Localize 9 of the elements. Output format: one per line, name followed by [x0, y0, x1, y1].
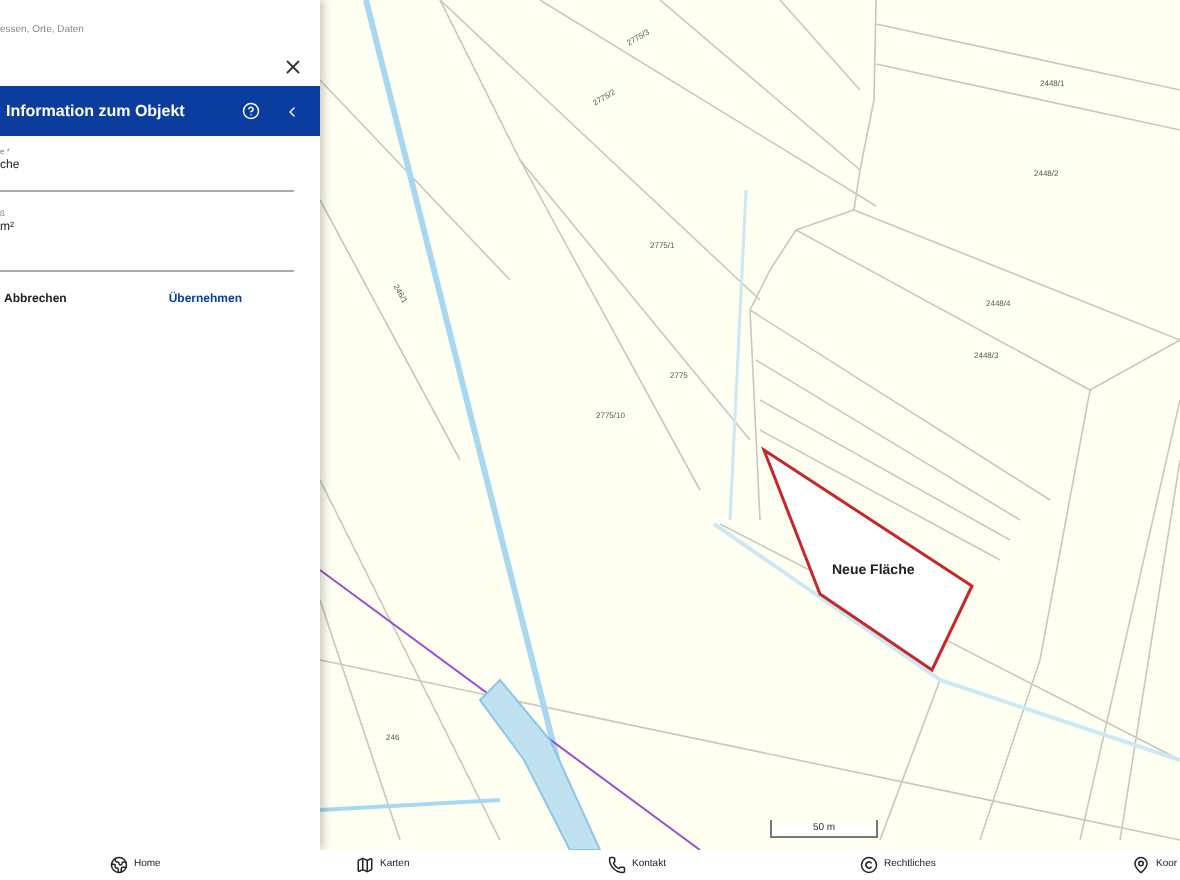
- phone-icon: [608, 856, 626, 874]
- map-icon: [356, 856, 374, 874]
- panel-title: Information zum Objekt: [6, 99, 187, 123]
- close-icon[interactable]: [282, 56, 304, 78]
- collapse-icon[interactable]: [284, 103, 300, 119]
- help-icon[interactable]: [242, 102, 260, 120]
- pin-icon: [1132, 856, 1150, 874]
- globe-icon: [110, 856, 128, 874]
- copyright-icon: [860, 856, 878, 874]
